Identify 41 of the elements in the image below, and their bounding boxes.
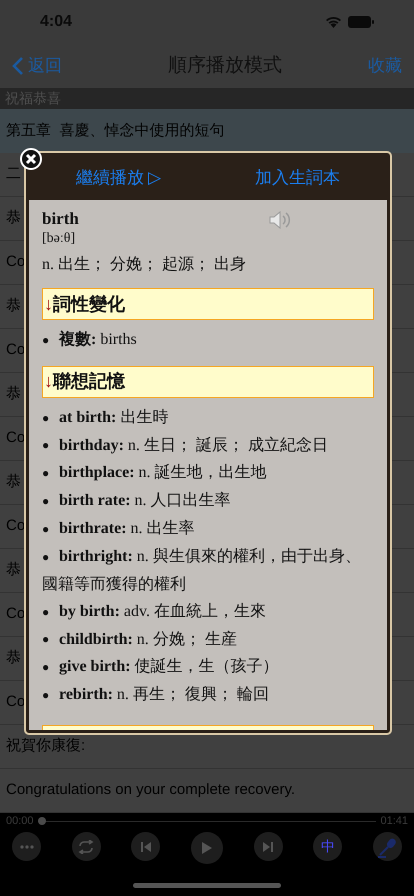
previous-icon: [140, 840, 152, 852]
more-button[interactable]: [12, 832, 41, 861]
repeat-icon: [77, 840, 96, 854]
chapter-row[interactable]: 第五章 喜慶、悼念中使用的短句: [0, 109, 414, 153]
back-button[interactable]: 返回: [12, 53, 62, 79]
progress-thumb[interactable]: [38, 817, 46, 825]
entry-line: ● birthplace: n. 誕生地，出生地: [42, 462, 268, 484]
total-time: 01:41: [380, 814, 408, 829]
entry-line: ● at birth: 出生時: [42, 408, 170, 428]
headword: birth: [42, 208, 80, 230]
list-row[interactable]: Congratulations on your complete recovery.: [0, 769, 414, 813]
entry-line: ● birth rate: n. 人口出生率: [42, 490, 232, 512]
next-button[interactable]: [254, 832, 283, 861]
definition: n. 出生； 分娩； 起源； 出身: [42, 254, 247, 275]
elapsed-time: 00:00: [6, 814, 34, 829]
next-icon: [262, 840, 274, 852]
add-to-vocabulary-button[interactable]: 加入生詞本: [255, 165, 340, 191]
play-icon: [200, 841, 213, 855]
entry-line: ● 複數: births: [42, 329, 138, 350]
section-heading: ↓聯想記憶: [42, 366, 374, 398]
prev-button[interactable]: [131, 832, 160, 861]
entry-line: ● by birth: adv. 在血統上，生來: [42, 602, 267, 622]
progress-slider[interactable]: [38, 817, 376, 825]
language-button[interactable]: 中: [313, 832, 342, 861]
entry-line: ● rebirth: n. 再生； 復興； 輪回: [42, 684, 270, 706]
play-button[interactable]: [190, 832, 223, 864]
battery-icon: [348, 16, 374, 28]
continue-play-button[interactable]: 繼續播放 ▷: [76, 165, 161, 191]
microphone-icon: [376, 836, 398, 858]
wifi-icon: [325, 16, 342, 28]
phonetic: [bəːθ]: [42, 230, 76, 248]
repeat-button[interactable]: [72, 832, 101, 861]
entry-line: ● childbirth: n. 分娩； 生産: [42, 630, 238, 650]
more-icon: [20, 844, 34, 848]
chevron-left-icon: [12, 56, 24, 76]
entry-line: ● give birth: 使誕生，生（孩子）: [42, 656, 280, 678]
entry-line: ● birthrate: n. 出生率: [42, 518, 196, 540]
favorite-button[interactable]: 收藏: [368, 53, 402, 79]
section-heading: ↓詞性變化: [42, 288, 374, 320]
mic-button[interactable]: [372, 832, 402, 861]
entry-line: ● birthday: n. 生日； 誕辰； 成立紀念日: [42, 436, 329, 456]
